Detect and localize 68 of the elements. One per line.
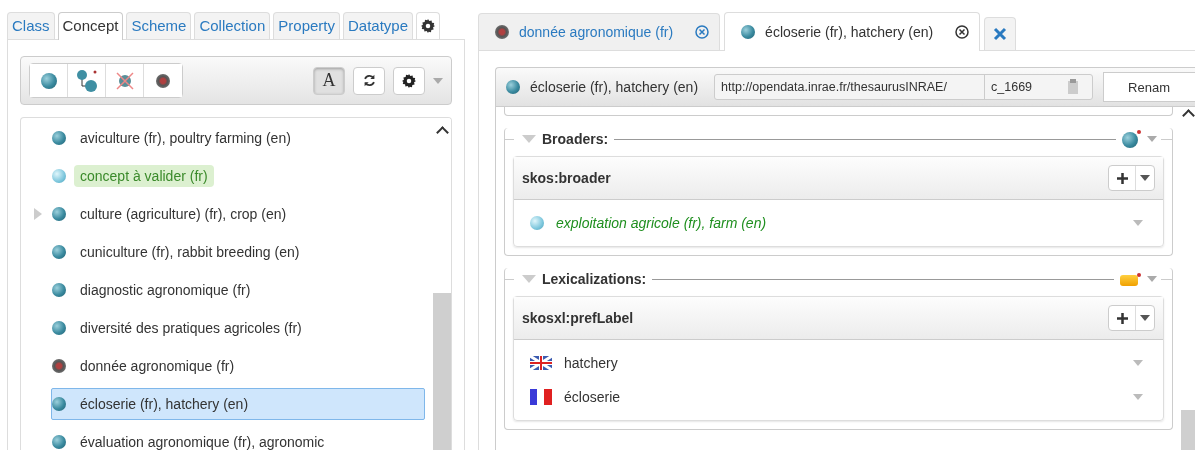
- value-label[interactable]: exploitation agricole (fr), farm (en): [556, 215, 1121, 231]
- settings-tab[interactable]: [416, 12, 441, 39]
- property-name: skos:broader: [522, 170, 611, 186]
- crossed-sphere-icon: [114, 70, 135, 91]
- scrollbar-thumb[interactable]: [433, 293, 451, 450]
- sphere-icon: [52, 169, 66, 183]
- sphere-icon: [156, 73, 170, 88]
- sphere-icon: [52, 359, 66, 373]
- property-name: skosxl:prefLabel: [522, 310, 634, 326]
- tab[interactable]: Collection: [194, 12, 271, 39]
- tree-item[interactable]: diagnostic agronomique (fr): [51, 274, 425, 306]
- caret-icon[interactable]: [1133, 394, 1143, 400]
- tab[interactable]: Concept: [57, 12, 124, 40]
- create-concept-button[interactable]: [30, 64, 68, 97]
- value-label[interactable]: hatchery: [564, 355, 1121, 371]
- tab[interactable]: Class: [7, 12, 55, 39]
- close-all-tabs-button[interactable]: [984, 17, 1017, 50]
- scrollbar-thumb[interactable]: [1181, 410, 1195, 450]
- add-value-button[interactable]: [1108, 305, 1155, 331]
- resource-title: écloserie (fr), hatchery (en): [530, 79, 699, 95]
- rename-button[interactable]: Renam: [1103, 72, 1195, 102]
- plus-icon: [1116, 172, 1128, 184]
- tree-item[interactable]: aviculture (fr), poultry farming (en): [51, 122, 425, 154]
- settings-button[interactable]: [393, 66, 425, 95]
- section-title: Lexicalizations:: [542, 271, 647, 287]
- caret-icon[interactable]: [1133, 220, 1143, 226]
- settings-icon: [402, 73, 416, 88]
- tree-item[interactable]: écloserie (fr), hatchery (en): [51, 388, 425, 420]
- scrollbar[interactable]: [433, 118, 451, 450]
- sphere-icon: [52, 245, 66, 259]
- sphere-icon: [52, 207, 66, 221]
- tree-item[interactable]: cuniculture (fr), rabbit breeding (en): [51, 236, 425, 268]
- section-title: Broaders:: [542, 131, 609, 147]
- refresh-icon: [362, 74, 376, 87]
- tree-item[interactable]: culture (agriculture) (fr), crop (en): [51, 198, 425, 230]
- sphere-icon: [52, 283, 66, 297]
- caret-icon[interactable]: [1133, 360, 1143, 366]
- text-toggle-button[interactable]: A: [313, 66, 345, 95]
- sphere-icon: [40, 72, 57, 89]
- tree-item[interactable]: évaluation agronomique (fr), agronomic: [51, 426, 425, 450]
- linked-spheres-icon: [75, 68, 98, 93]
- plus-icon: [1116, 312, 1128, 324]
- tab[interactable]: Property: [273, 12, 340, 39]
- add-value-button[interactable]: [1108, 165, 1155, 191]
- tab[interactable]: écloserie (fr), hatchery (en): [724, 12, 981, 51]
- sphere-icon: [52, 321, 66, 335]
- scrollbar[interactable]: [1181, 107, 1195, 450]
- caret-icon[interactable]: [433, 77, 443, 84]
- close-icon[interactable]: [955, 25, 970, 39]
- sphere-icon: [52, 131, 66, 145]
- tab[interactable]: donnée agronomique (fr): [478, 13, 721, 50]
- refresh-button[interactable]: [353, 66, 385, 95]
- tree-item[interactable]: donnée agronomique (fr): [51, 350, 425, 382]
- tree-item[interactable]: diversité des pratiques agricoles (fr): [51, 312, 425, 344]
- add-concept-icon[interactable]: [1122, 130, 1141, 148]
- close-icon: [993, 27, 1008, 41]
- add-label-icon[interactable]: [1120, 272, 1141, 286]
- caret-icon[interactable]: [1147, 136, 1157, 142]
- sphere-icon: [495, 25, 509, 39]
- tab[interactable]: Scheme: [126, 12, 192, 39]
- sphere-icon: [52, 397, 66, 411]
- tab[interactable]: Datatype: [343, 12, 414, 39]
- caret-icon[interactable]: [1147, 276, 1157, 282]
- sphere-icon: [52, 435, 66, 449]
- settings-icon: [421, 19, 436, 33]
- value-label[interactable]: écloserie: [564, 389, 1121, 405]
- sphere-icon: [741, 25, 756, 39]
- tree-item[interactable]: concept à valider (fr): [51, 160, 425, 192]
